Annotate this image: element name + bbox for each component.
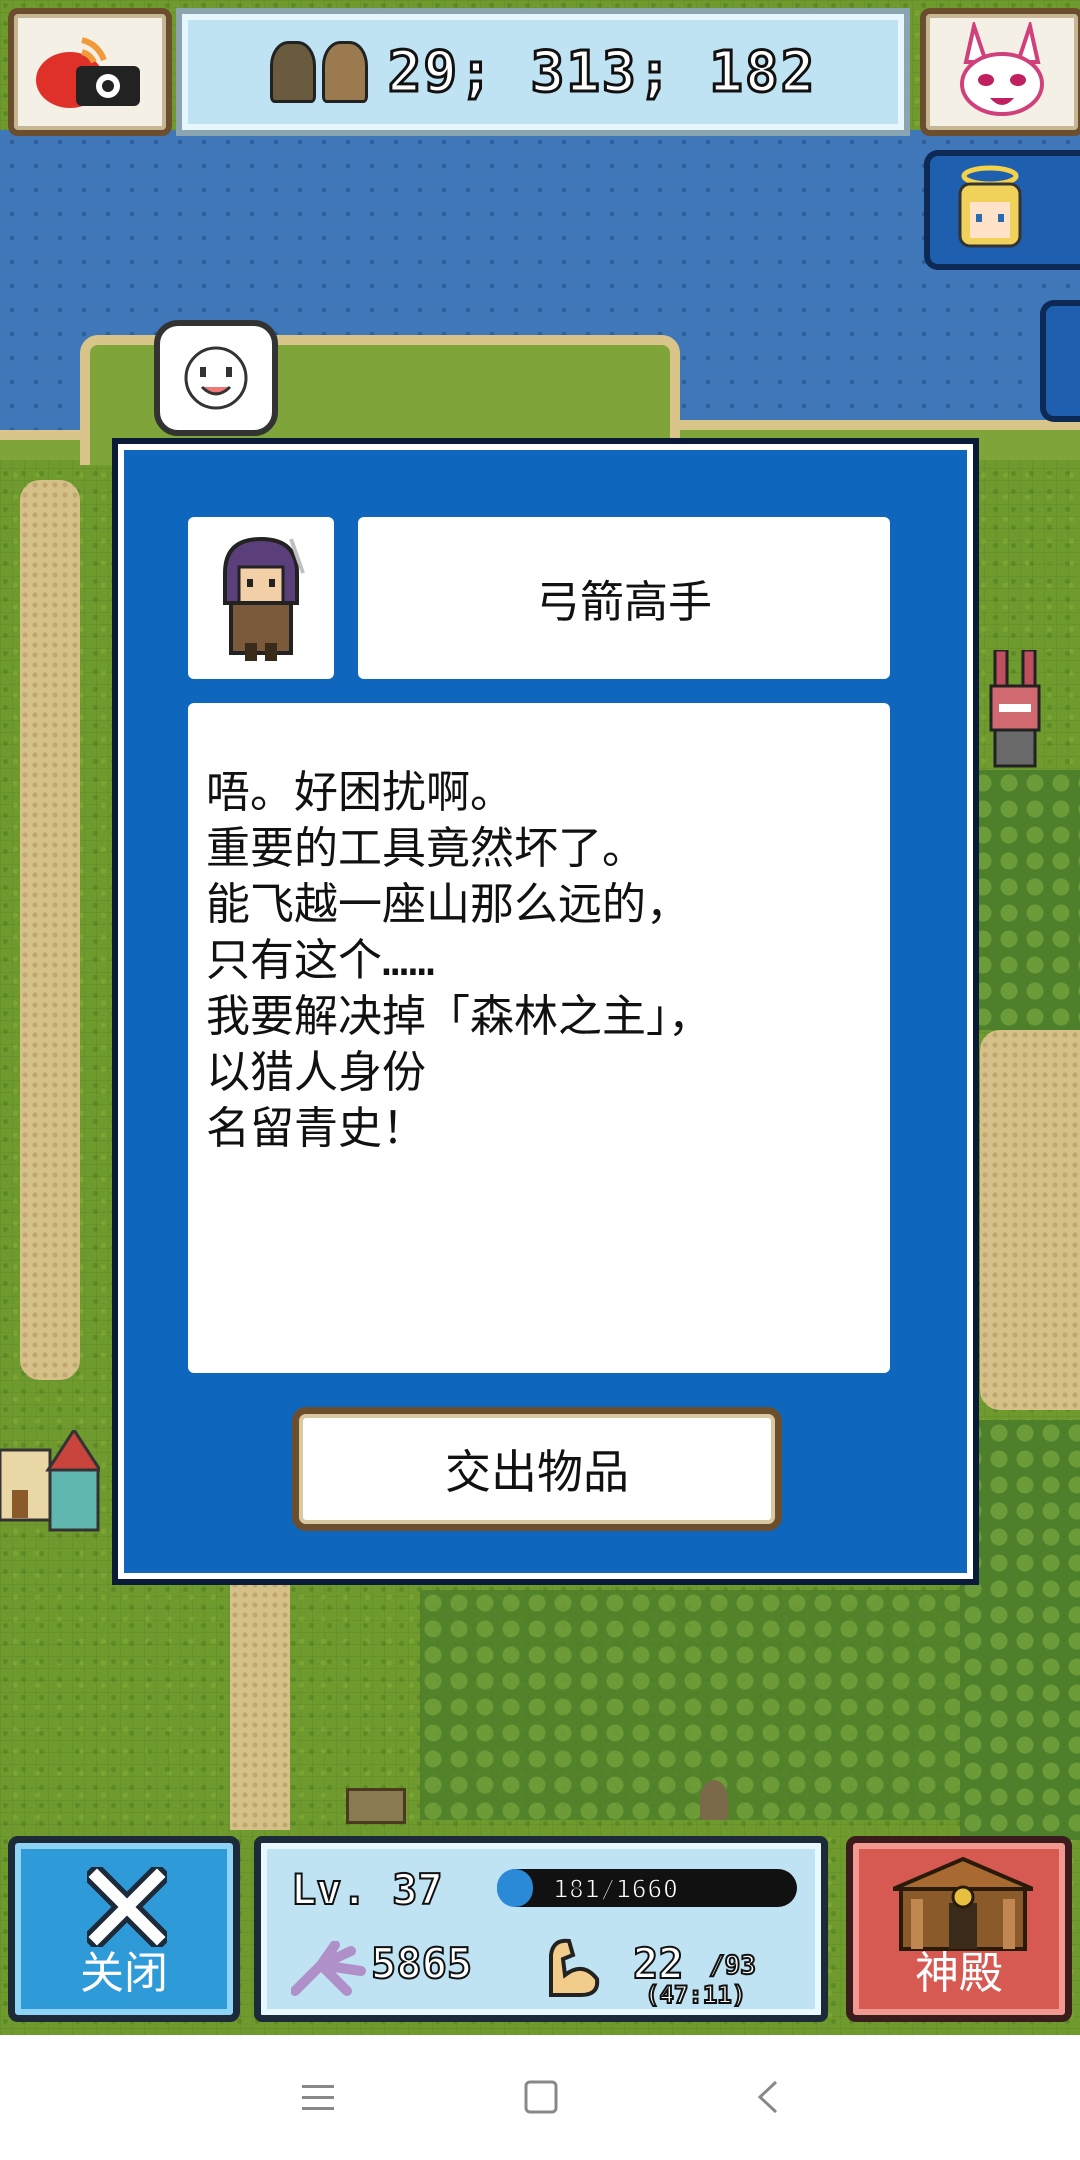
dialog-line: 名留青史！ <box>206 1103 426 1154</box>
rabbit-menu-button[interactable] <box>920 8 1080 136</box>
back-icon[interactable] <box>754 2079 780 2115</box>
dialog-lines: 唔。好困扰啊。 重要的工具竟然坏了。 能飞越一座山那么远的， 只有这个…… 我要… <box>206 765 712 1157</box>
dirt-path-right <box>980 1030 1080 1410</box>
claw-icon <box>291 1941 366 1996</box>
hand-over-item-label: 交出物品 <box>445 1445 629 1499</box>
temple-label: 神殿 <box>915 1948 1003 1999</box>
archer-portrait-icon <box>223 536 305 661</box>
close-label: 关闭 <box>80 1948 168 1999</box>
party-stats-bar[interactable]: 29; 313; 182 <box>176 8 910 136</box>
system-navigation-bar <box>0 2035 1080 2160</box>
camera-icon <box>36 37 140 108</box>
smile-face-icon <box>184 346 248 410</box>
dialog-line: 只有这个…… <box>206 935 435 986</box>
level-text: Lv. 37 <box>290 1864 444 1915</box>
dirt-path-left <box>20 480 80 1380</box>
hand-over-item-button[interactable]: 交出物品 <box>292 1407 782 1531</box>
player-status-panel[interactable]: Lv. 37 181/1660 5865 22 /93 (47:11) <box>254 1836 828 2022</box>
side-tab-secondary[interactable] <box>1040 300 1080 422</box>
party-member-avatar <box>269 41 316 103</box>
x-icon <box>87 1867 167 1947</box>
close-button[interactable]: 关闭 <box>8 1836 240 2022</box>
npc-speech-bubble[interactable] <box>154 320 278 436</box>
strength-max: /93 <box>708 1950 757 1982</box>
village-building[interactable] <box>0 1427 103 1540</box>
npc-name-box: 弓箭高手 <box>358 517 890 679</box>
rabbit-npc-icon <box>989 648 1041 768</box>
stone-marker <box>700 1780 728 1820</box>
dirt-path-bottom <box>230 1570 290 1830</box>
screenshot-camera-button[interactable] <box>8 8 172 136</box>
forest-center <box>420 1590 960 1820</box>
npc-name: 弓箭高手 <box>536 577 712 628</box>
rabbit-mask-icon <box>960 22 1044 116</box>
exp-bar-fill <box>497 1869 533 1907</box>
house-icon <box>0 1427 103 1532</box>
party-member-avatar <box>321 41 368 103</box>
dialog-line: 唔。好困扰啊。 <box>206 767 514 818</box>
home-icon[interactable] <box>523 2079 559 2115</box>
shore-left <box>0 430 80 460</box>
dialog-line: 我要解决掉「森林之主」， <box>206 991 712 1042</box>
exp-text: 181/1660 <box>552 1874 679 1906</box>
temple-button[interactable]: 神殿 <box>846 1836 1072 2022</box>
attack-value: 5865 <box>370 1938 473 1989</box>
dialog-line: 重要的工具竟然坏了。 <box>206 823 646 874</box>
exp-bar: 181/1660 <box>497 1869 797 1907</box>
party-avatars <box>269 41 368 103</box>
npc-sprite-rabbit[interactable] <box>985 648 1045 770</box>
blonde-girl-icon <box>958 165 1022 248</box>
npc-portrait <box>188 517 334 679</box>
dialog-line: 能飞越一座山那么远的， <box>206 879 690 930</box>
dialog-line: 以猎人身份 <box>206 1047 426 1098</box>
party-stats-text: 29; 313; 182 <box>386 38 817 106</box>
muscle-arm-icon <box>549 1938 600 1997</box>
side-tab-character[interactable] <box>924 150 1080 270</box>
dialog-text-box: 唔。好困扰啊。 重要的工具竟然坏了。 能飞越一座山那么远的， 只有这个…… 我要… <box>188 703 890 1373</box>
strength-sub: (47:11) <box>644 1980 747 2010</box>
forest-right-top <box>970 770 1080 1030</box>
menu-icon[interactable] <box>300 2083 336 2113</box>
signpost <box>346 1788 406 1824</box>
